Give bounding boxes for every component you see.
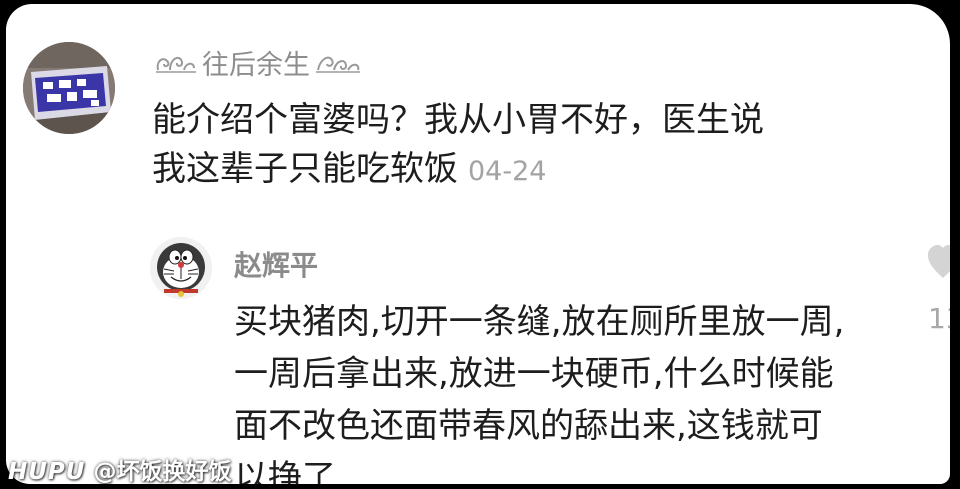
avatar-photo-icon bbox=[23, 42, 115, 134]
comment-date: 04-24 bbox=[468, 156, 547, 187]
reply-username[interactable]: 赵辉平 bbox=[234, 244, 318, 284]
reply-body: 买块猪肉,切开一条缝,放在厕所里放一周, 一周后拿出来,放进一块硬币,什么时候能… bbox=[234, 296, 914, 484]
reply-line: 以挣了 bbox=[234, 458, 336, 484]
doraemon-avatar-icon bbox=[150, 237, 212, 299]
comment-line: 能介绍个富婆吗？我从小胃不好，医生说 bbox=[152, 100, 764, 140]
heart-icon[interactable] bbox=[928, 244, 950, 280]
commenter-username[interactable]: 往后余生 bbox=[154, 40, 362, 84]
comment-line: 我这辈子只能吃软饭 04-24 bbox=[152, 145, 852, 196]
comment-card: 往后余生 能介绍个富婆吗？我从小胃不好，医生说 我这辈子只能吃软饭 04-24 bbox=[6, 4, 950, 484]
watermark-handle: @坏饭换好饭 bbox=[93, 459, 232, 485]
hupu-logo: HUPU bbox=[8, 459, 86, 485]
comment-line-text: 我这辈子只能吃软饭 bbox=[152, 149, 458, 189]
like-count: 13 bbox=[928, 302, 950, 335]
commenter-avatar[interactable] bbox=[23, 42, 115, 134]
swirl-ornament-icon bbox=[156, 56, 196, 73]
comment-body: 能介绍个富婆吗？我从小胃不好，医生说 我这辈子只能吃软饭 04-24 bbox=[152, 96, 852, 196]
reply-line: 买块猪肉,切开一条缝,放在厕所里放一周, bbox=[234, 302, 845, 342]
swirl-ornament-icon bbox=[316, 56, 360, 73]
watermark: HUPU @坏饭换好饭 bbox=[8, 452, 231, 486]
reply-avatar[interactable] bbox=[150, 237, 212, 299]
reply-line: 一周后拿出来,放进一块硬币,什么时候能 bbox=[234, 354, 834, 394]
reply-line: 面不改色还面带春风的舔出来,这钱就可 bbox=[234, 406, 823, 446]
commenter-username-label: 往后余生 bbox=[202, 49, 310, 81]
